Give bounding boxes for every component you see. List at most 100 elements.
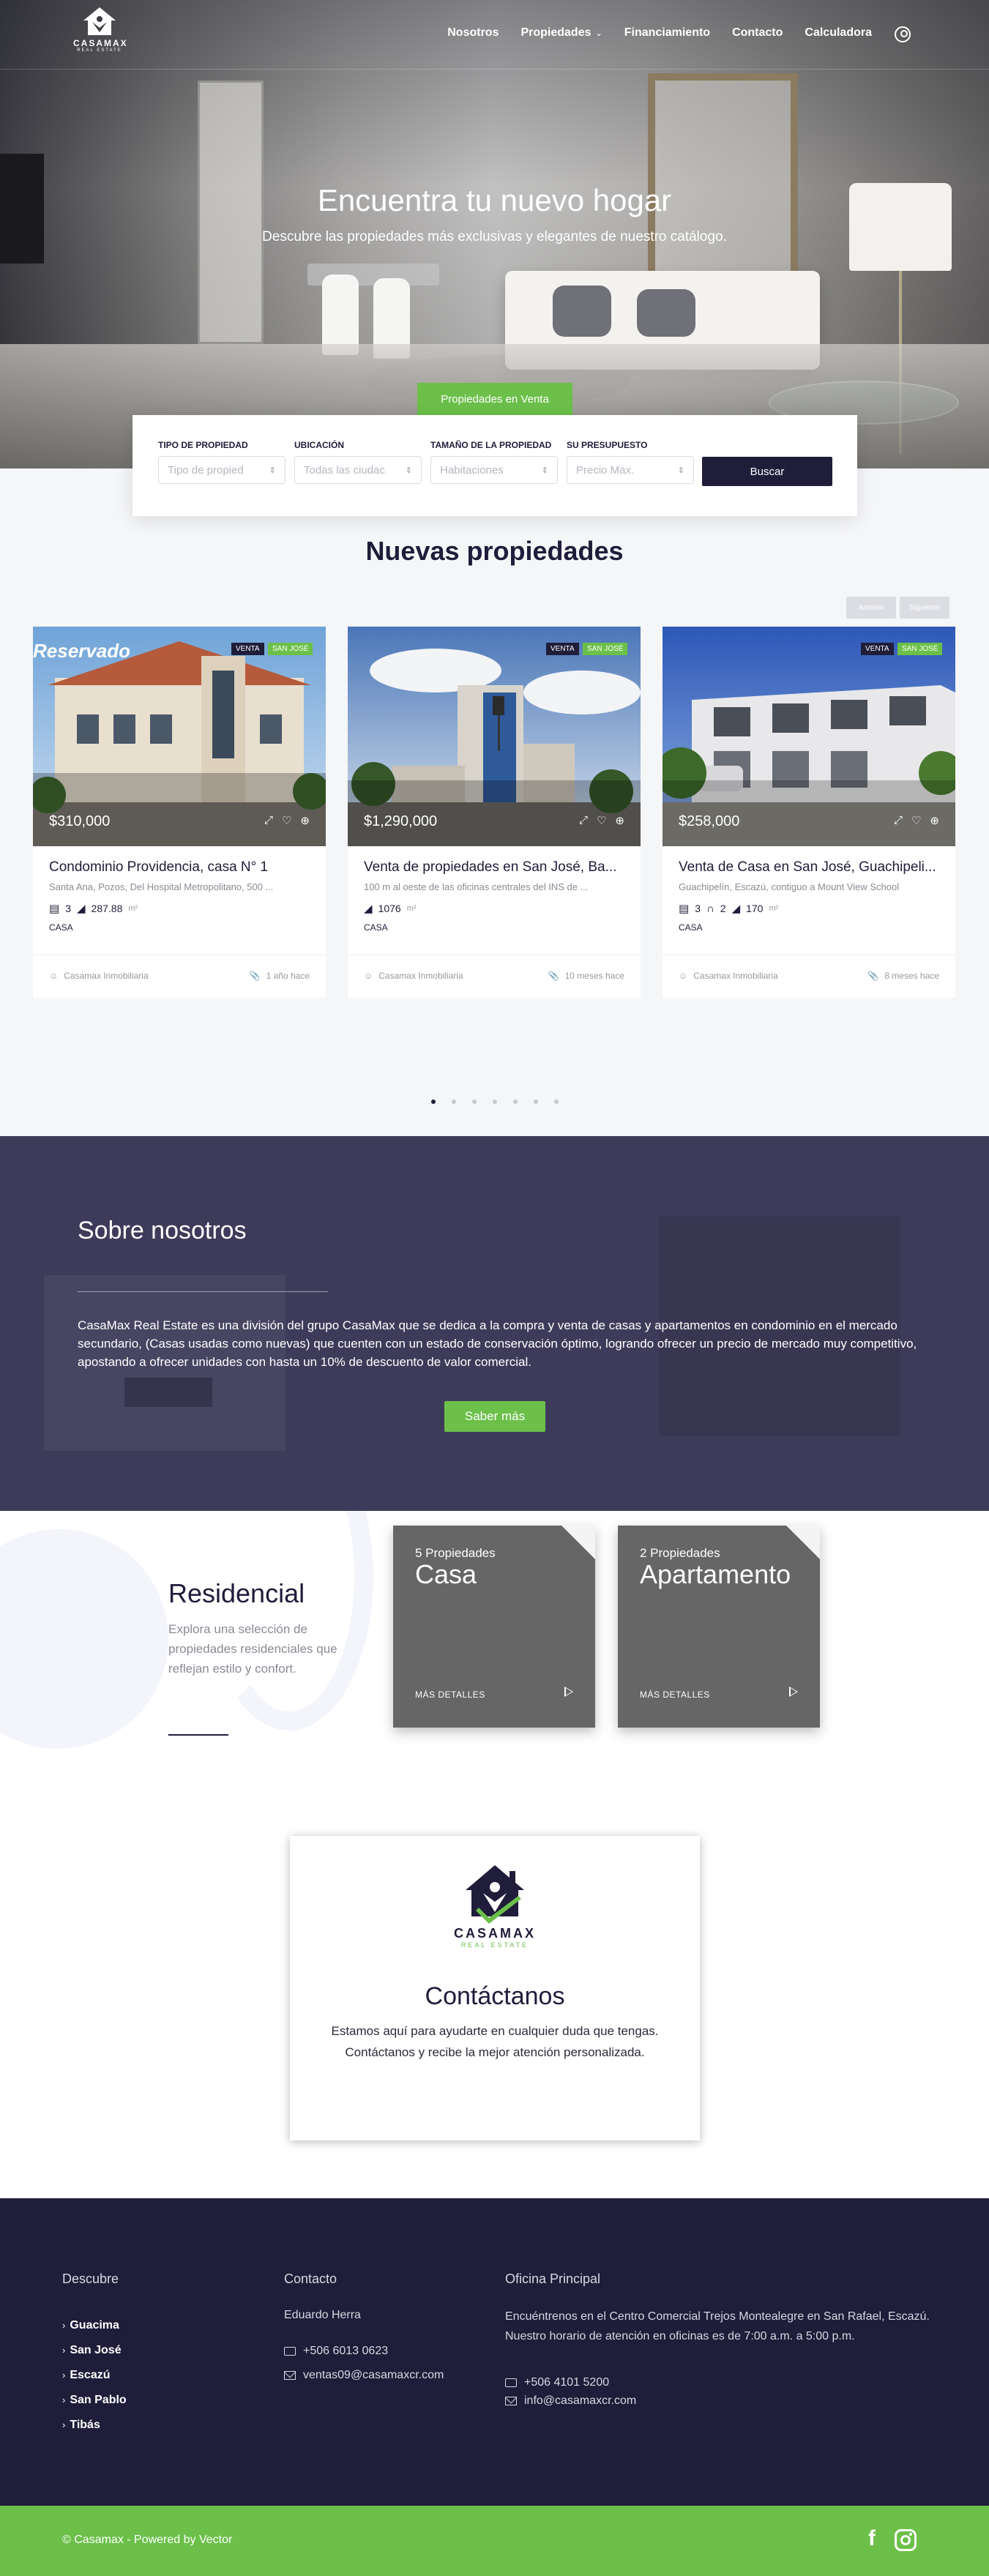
tab-propiedades-en-venta[interactable]: Propiedades en Venta: [417, 383, 572, 415]
footer-link-tibas[interactable]: › Tibás: [62, 2413, 127, 2438]
email-icon: [284, 2371, 296, 2380]
user-icon[interactable]: [895, 26, 911, 42]
bath-icon: ∩: [706, 902, 714, 915]
select-caret-icon: ⇕: [677, 466, 684, 475]
heart-icon[interactable]: ♡: [282, 814, 291, 827]
search-button[interactable]: Buscar: [702, 457, 832, 486]
footer-office-phone[interactable]: +506 4101 5200: [505, 2376, 609, 2389]
footer-contact-title: Contacto: [284, 2271, 337, 2286]
property-area: 1076: [378, 903, 401, 914]
area-unit: m²: [128, 904, 138, 913]
property-price: $310,000: [49, 813, 111, 829]
copyright-bar: © Casamax - Powered by Vector f: [0, 2506, 989, 2576]
footer-contact-email[interactable]: ventas09@casamaxcr.com: [284, 2369, 444, 2382]
property-type-select[interactable]: Tipo de propied ⇕: [158, 456, 285, 484]
category-more-link[interactable]: MÁS DETALLES: [415, 1690, 485, 1700]
carousel-dot[interactable]: [492, 1100, 497, 1104]
property-title[interactable]: Condominio Providencia, casa N° 1: [49, 859, 313, 876]
carousel-dot[interactable]: [451, 1100, 456, 1104]
property-agent[interactable]: ☺ Casamax Inmobiliaria: [49, 971, 149, 981]
footer-link-label: Escazú: [70, 2369, 111, 2381]
residential-title: Residencial: [168, 1578, 305, 1608]
bed-icon: ▤: [49, 903, 60, 915]
paperclip-icon: 📎: [867, 971, 879, 981]
category-name: Casa: [415, 1559, 477, 1589]
slider-prev-button[interactable]: Anterior: [846, 597, 896, 619]
chevron-right-icon: ›: [62, 2345, 66, 2356]
property-baths: 2: [720, 903, 726, 914]
person-icon: ☺: [679, 971, 688, 981]
badge-location: SAN JOSÉ: [268, 643, 313, 655]
badge-venta: VENTA: [231, 643, 264, 655]
footer-contact-phone[interactable]: +506 6013 0623: [284, 2345, 388, 2358]
category-count: 5 Propiedades: [415, 1546, 496, 1560]
site-logo[interactable]: CASAMAX REAL ESTATE: [73, 6, 128, 61]
property-title[interactable]: Venta de Casa en San José, Guachipeli...: [679, 859, 942, 876]
footer-link-escazu[interactable]: › Escazú: [62, 2363, 127, 2388]
carousel-dot[interactable]: [471, 1100, 477, 1104]
agent-name: Casamax Inmobiliaria: [693, 971, 778, 981]
property-price: $258,000: [679, 813, 740, 829]
nav-propiedades-label: Propiedades: [520, 26, 591, 39]
property-type: CASA: [364, 922, 388, 933]
size-select[interactable]: Habitaciones ⇕: [430, 456, 558, 484]
about-section: Sobre nosotros CasaMax Real Estate es un…: [0, 1136, 989, 1511]
nav-calculadora[interactable]: Calculadora: [805, 26, 872, 40]
location-field: UBICACIÓN Todas las ciudac ⇕: [294, 440, 422, 484]
play-arrow-icon[interactable]: [789, 1687, 798, 1697]
property-card[interactable]: Reservado VENTA SAN JOSÉ $310,000 ⤢ ♡ ⊕ …: [33, 627, 326, 998]
carousel-pagination: [0, 1100, 989, 1104]
nav-financiamiento[interactable]: Financiamiento: [624, 26, 710, 40]
logo-brand-text: CASAMAX: [73, 38, 128, 48]
nav-nosotros[interactable]: Nosotros: [447, 26, 499, 40]
location-select[interactable]: Todas las ciudac ⇕: [294, 456, 422, 484]
instagram-icon[interactable]: [895, 2529, 917, 2551]
footer-link-san-pablo[interactable]: › San Pablo: [62, 2388, 127, 2413]
property-card[interactable]: VENTA SAN JOSÉ $258,000 ⤢ ♡ ⊕ Venta de C…: [663, 627, 955, 998]
property-agent[interactable]: ☺ Casamax Inmobiliaria: [679, 971, 778, 981]
footer-link-guacima[interactable]: › Guacima: [62, 2313, 127, 2338]
footer-link-san-jose[interactable]: › San José: [62, 2338, 127, 2363]
carousel-dot[interactable]: [512, 1100, 518, 1104]
contact-card: CASAMAX REAL ESTATE Contáctanos Estamos …: [290, 1836, 700, 2140]
nav-propiedades[interactable]: Propiedades ⌄: [520, 26, 602, 40]
play-arrow-icon[interactable]: [564, 1687, 573, 1697]
property-agent[interactable]: ☺ Casamax Inmobiliaria: [364, 971, 463, 981]
select-caret-icon: ⇕: [405, 466, 412, 475]
carousel-dot[interactable]: [430, 1100, 436, 1104]
top-navigation: CASAMAX REAL ESTATE Nosotros Propiedades…: [0, 0, 989, 70]
contact-section: CASAMAX REAL ESTATE Contáctanos Estamos …: [0, 1836, 989, 2198]
slider-next-button[interactable]: Siguiente: [900, 597, 949, 619]
residential-section: Residencial Explora una selección de pro…: [0, 1511, 989, 1836]
add-compare-icon[interactable]: ⊕: [615, 814, 624, 827]
carousel-dot[interactable]: [533, 1100, 538, 1104]
bed-icon: ▤: [679, 903, 690, 915]
nav-contacto[interactable]: Contacto: [732, 26, 783, 40]
residential-description: Explora una selección de propiedades res…: [168, 1622, 337, 1676]
expand-icon[interactable]: ⤢: [894, 814, 903, 827]
category-more-link[interactable]: MÁS DETALLES: [640, 1690, 710, 1700]
budget-select[interactable]: Precio Max. ⇕: [567, 456, 694, 484]
badge-venta: VENTA: [546, 643, 579, 655]
add-compare-icon[interactable]: ⊕: [930, 814, 939, 827]
heart-icon[interactable]: ♡: [911, 814, 921, 827]
badge-venta: VENTA: [861, 643, 894, 655]
learn-more-button[interactable]: Saber más: [444, 1401, 545, 1432]
about-title: Sobre nosotros: [78, 1217, 247, 1244]
expand-icon[interactable]: ⤢: [264, 814, 273, 827]
category-card-apartamento[interactable]: 2 Propiedades Apartamento MÁS DETALLES: [618, 1526, 820, 1728]
paperclip-icon: 📎: [249, 971, 261, 981]
category-card-casa[interactable]: 5 Propiedades Casa MÁS DETALLES: [393, 1526, 595, 1728]
expand-icon[interactable]: ⤢: [579, 814, 588, 827]
add-compare-icon[interactable]: ⊕: [300, 814, 310, 827]
carousel-dot[interactable]: [553, 1100, 559, 1104]
facebook-icon[interactable]: f: [868, 2526, 876, 2551]
footer-discover-title: Descubre: [62, 2271, 119, 2286]
heart-icon[interactable]: ♡: [597, 814, 606, 827]
property-card[interactable]: VENTA SAN JOSÉ $1,290,000 ⤢ ♡ ⊕ Venta de…: [348, 627, 641, 998]
contact-text: Estamos aquí para ayudarte en cualquier …: [331, 2024, 659, 2059]
property-address: Santa Ana, Pozos, Del Hospital Metropoli…: [49, 881, 274, 892]
footer-contact-phone-text: +506 6013 0623: [303, 2345, 389, 2357]
property-title[interactable]: Venta de propiedades en San José, Ba...: [364, 859, 627, 876]
footer-office-email[interactable]: info@casamaxcr.com: [505, 2394, 636, 2408]
